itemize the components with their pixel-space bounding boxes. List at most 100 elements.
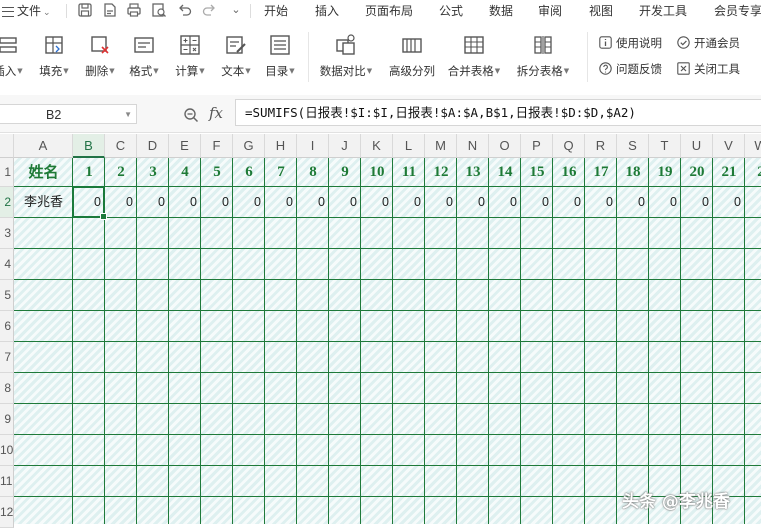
print-icon[interactable] <box>126 2 142 18</box>
contents-button[interactable]: 目录▼ <box>260 32 300 88</box>
employee-name-cell[interactable]: 李兆香 <box>14 187 73 218</box>
day-header-cell[interactable]: 16 <box>553 158 585 187</box>
value-cell[interactable]: 0 <box>585 187 617 218</box>
value-cell[interactable]: 0 <box>489 187 521 218</box>
fill-button[interactable]: 填充▼ <box>34 32 74 88</box>
cell-grid[interactable]: 姓名 1 2 3 4 5 6 7 8 9 10 11 12 13 14 15 16 17 18 19 20 21 2 李兆香 0… <box>14 158 761 524</box>
split-table-button[interactable]: 拆分表格▼ <box>512 32 574 88</box>
format-button[interactable]: 格式▼ <box>124 32 164 88</box>
day-header-cell[interactable]: 18 <box>617 158 649 187</box>
value-cell[interactable]: 0 <box>233 187 265 218</box>
feedback-button[interactable]: 问题反馈 <box>599 60 662 78</box>
day-header-cell[interactable]: 14 <box>489 158 521 187</box>
column-header-m[interactable]: M <box>425 134 457 158</box>
chevron-down-icon[interactable]: ⌄ <box>228 2 244 18</box>
row-header-12[interactable]: 12 <box>0 497 14 528</box>
value-cell[interactable]: 0 <box>329 187 361 218</box>
column-header-e[interactable]: E <box>169 134 201 158</box>
day-header-cell[interactable]: 2 <box>105 158 137 187</box>
tab-formulas[interactable]: 公式 <box>439 0 463 22</box>
value-cell[interactable]: 0 <box>297 187 329 218</box>
insert-button[interactable]: 插入▼ <box>0 32 28 88</box>
value-cell[interactable]: 0 <box>169 187 201 218</box>
day-header-cell[interactable]: 3 <box>137 158 169 187</box>
row-header-9[interactable]: 9 <box>0 404 14 435</box>
print-preview-icon[interactable] <box>151 2 167 18</box>
data-compare-button[interactable]: 数据对比▼ <box>316 32 376 88</box>
tab-view[interactable]: 视图 <box>589 0 613 22</box>
text-button[interactable]: 文本▼ <box>216 32 256 88</box>
delete-button[interactable]: 删除▼ <box>80 32 120 88</box>
column-header-v[interactable]: V <box>713 134 745 158</box>
tab-member[interactable]: 会员专享 <box>714 0 761 22</box>
column-header-w[interactable]: W <box>745 134 761 158</box>
name-box[interactable]: B2 ▼ <box>0 104 137 124</box>
value-cell[interactable]: 0 <box>681 187 713 218</box>
day-header-cell[interactable]: 15 <box>521 158 553 187</box>
day-header-cell[interactable]: 20 <box>681 158 713 187</box>
day-header-cell[interactable]: 9 <box>329 158 361 187</box>
row-header-2[interactable]: 2 <box>0 187 14 218</box>
column-header-c[interactable]: C <box>105 134 137 158</box>
calculate-button[interactable]: 计算▼ <box>170 32 210 88</box>
column-header-h[interactable]: H <box>265 134 297 158</box>
row-header-4[interactable]: 4 <box>0 249 14 280</box>
column-header-o[interactable]: O <box>489 134 521 158</box>
save-icon[interactable] <box>77 2 93 18</box>
column-header-k[interactable]: K <box>361 134 393 158</box>
advanced-split-button[interactable]: 高级分列 <box>384 32 440 88</box>
day-header-cell[interactable]: 19 <box>649 158 681 187</box>
undo-icon[interactable] <box>177 2 193 18</box>
export-pdf-icon[interactable] <box>102 2 118 18</box>
value-cell[interactable]: 0 <box>521 187 553 218</box>
tab-data[interactable]: 数据 <box>489 0 513 22</box>
column-header-r[interactable]: R <box>585 134 617 158</box>
row-header-10[interactable]: 10 <box>0 435 14 466</box>
day-header-cell[interactable]: 13 <box>457 158 489 187</box>
column-header-l[interactable]: L <box>393 134 425 158</box>
row-header-6[interactable]: 6 <box>0 311 14 342</box>
row-header-11[interactable]: 11 <box>0 466 14 497</box>
formula-input[interactable]: =SUMIFS(日报表!$I:$I,日报表!$A:$A,B$1,日报表!$D:$… <box>235 99 761 126</box>
column-header-g[interactable]: G <box>233 134 265 158</box>
value-cell[interactable]: 0 <box>649 187 681 218</box>
day-header-cell[interactable]: 17 <box>585 158 617 187</box>
value-cell[interactable] <box>745 187 761 218</box>
day-header-cell[interactable]: 7 <box>265 158 297 187</box>
value-cell[interactable]: 0 <box>713 187 745 218</box>
row-header-1[interactable]: 1 <box>0 158 14 187</box>
tab-home[interactable]: 开始 <box>264 0 288 22</box>
row-header-5[interactable]: 5 <box>0 280 14 311</box>
chevron-down-icon[interactable]: ▼ <box>124 105 132 125</box>
column-header-j[interactable]: J <box>329 134 361 158</box>
day-header-cell[interactable]: 21 <box>713 158 745 187</box>
usage-guide-button[interactable]: 使用说明 <box>599 34 662 52</box>
file-menu[interactable]: 文件 ⌄ <box>0 0 51 22</box>
value-cell[interactable]: 0 <box>457 187 489 218</box>
zoom-icon[interactable] <box>183 107 199 123</box>
column-header-i[interactable]: I <box>297 134 329 158</box>
column-header-f[interactable]: F <box>201 134 233 158</box>
column-header-n[interactable]: N <box>457 134 489 158</box>
tab-page-layout[interactable]: 页面布局 <box>365 0 413 22</box>
column-header-q[interactable]: Q <box>553 134 585 158</box>
day-header-cell[interactable]: 6 <box>233 158 265 187</box>
fill-handle[interactable] <box>100 213 107 220</box>
merge-tables-button[interactable]: 合并表格▼ <box>443 32 505 88</box>
column-header-t[interactable]: T <box>649 134 681 158</box>
fx-icon[interactable]: fx <box>209 104 223 122</box>
row-header-3[interactable]: 3 <box>0 218 14 249</box>
day-header-cell[interactable]: 12 <box>425 158 457 187</box>
day-header-cell[interactable]: 4 <box>169 158 201 187</box>
row-header-8[interactable]: 8 <box>0 373 14 404</box>
value-cell[interactable]: 0 <box>137 187 169 218</box>
column-header-p[interactable]: P <box>521 134 553 158</box>
active-cell-cursor[interactable] <box>72 186 107 220</box>
value-cell[interactable]: 0 <box>393 187 425 218</box>
column-header-a[interactable]: A <box>14 134 73 158</box>
value-cell[interactable]: 0 <box>553 187 585 218</box>
day-header-cell[interactable]: 11 <box>393 158 425 187</box>
tab-developer[interactable]: 开发工具 <box>639 0 687 22</box>
day-header-cell[interactable]: 1 <box>73 158 105 187</box>
day-header-cell[interactable]: 2 <box>745 158 761 187</box>
